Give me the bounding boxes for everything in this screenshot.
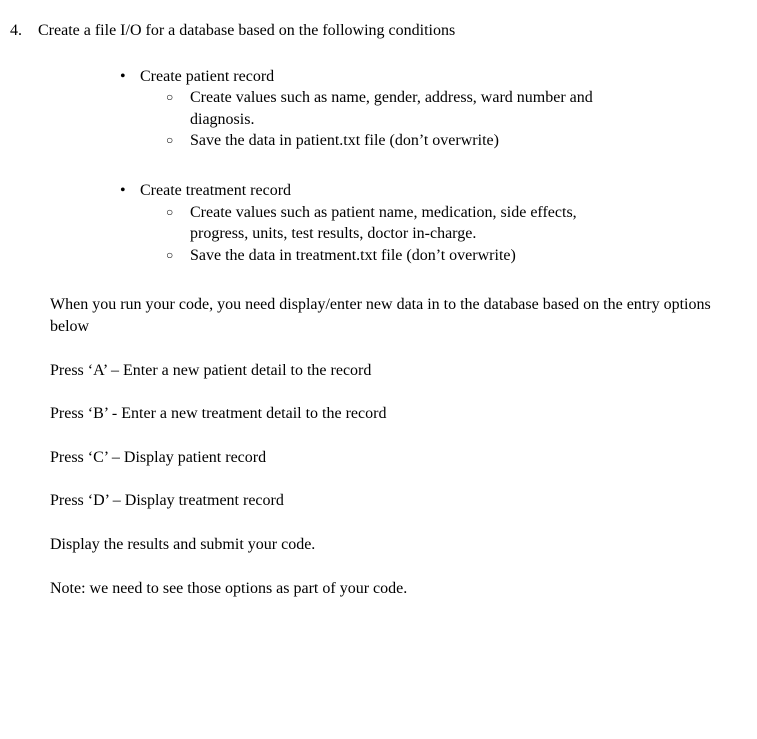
option-b: Press ‘B’ - Enter a new treatment detail… — [50, 403, 747, 425]
sub-list: Create values such as name, gender, addr… — [190, 87, 747, 152]
requirement-list: Create patient record Create values such… — [140, 66, 747, 267]
bullet-label: Create treatment record — [140, 182, 291, 199]
sub-item: Save the data in treatment.txt file (don… — [190, 245, 747, 267]
bullet-treatment-record: Create treatment record Create values su… — [140, 180, 747, 266]
option-c: Press ‘C’ – Display patient record — [50, 447, 747, 469]
sub-item: Create values such as patient name, medi… — [190, 202, 747, 245]
bullet-patient-record: Create patient record Create values such… — [140, 66, 747, 152]
note-paragraph: Note: we need to see those options as pa… — [50, 578, 747, 600]
question-title: Create a file I/O for a database based o… — [38, 20, 747, 42]
question-number: 4. — [10, 20, 38, 42]
question-header: 4. Create a file I/O for a database base… — [10, 20, 747, 42]
sub-list: Create values such as patient name, medi… — [190, 202, 747, 267]
sub-item: Save the data in patient.txt file (don’t… — [190, 130, 747, 152]
option-a: Press ‘A’ – Enter a new patient detail t… — [50, 360, 747, 382]
intro-paragraph: When you run your code, you need display… — [50, 294, 747, 337]
sub-item: Create values such as name, gender, addr… — [190, 87, 747, 130]
option-d: Press ‘D’ – Display treatment record — [50, 490, 747, 512]
bullet-label: Create patient record — [140, 68, 274, 85]
submit-paragraph: Display the results and submit your code… — [50, 534, 747, 556]
